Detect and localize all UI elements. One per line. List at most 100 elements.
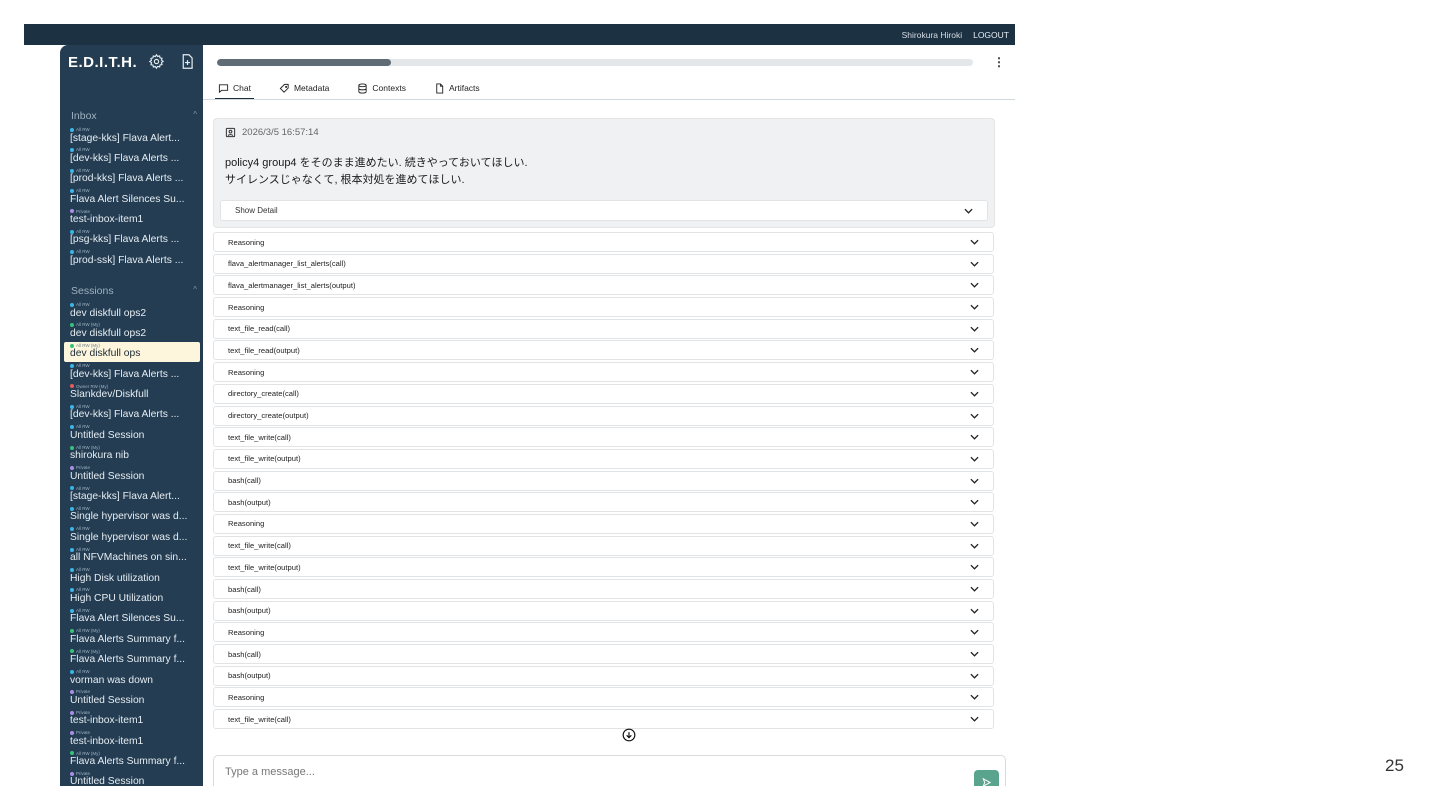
tab-chat[interactable]: Chat xyxy=(215,77,254,100)
chevron-up-icon[interactable]: ^ xyxy=(193,110,197,122)
tool-step-row[interactable]: text_file_write(output) xyxy=(213,448,994,469)
chevron-down-icon xyxy=(970,716,979,722)
session-item[interactable]: All RW Single hypervisor was d... xyxy=(64,525,200,545)
tool-step-row[interactable]: flava_alertmanager_list_alerts(output) xyxy=(213,275,994,296)
tool-step-label: text_file_read(call) xyxy=(228,324,291,334)
tool-step-row[interactable]: text_file_write(call) xyxy=(213,427,994,448)
status-dot-icon xyxy=(70,404,74,409)
tool-step-row[interactable]: Reasoning xyxy=(213,622,994,643)
tool-step-row[interactable]: bash(call) xyxy=(213,644,994,665)
session-item[interactable]: Private Untitled Session xyxy=(64,770,200,786)
item-title: dev diskfull ops2 xyxy=(70,307,147,319)
tool-step-row[interactable]: Reasoning xyxy=(213,297,994,318)
inbox-item[interactable]: All RW [dev-kks] Flava Alerts ... xyxy=(64,146,200,166)
tool-step-row[interactable]: text_file_write(call) xyxy=(213,535,994,556)
inbox-item[interactable]: All RW [stage-kks] Flava Alert... xyxy=(64,126,200,146)
send-button[interactable] xyxy=(974,770,999,786)
tool-step-row[interactable]: Reasoning xyxy=(213,362,994,383)
item-title: [dev-kks] Flava Alerts ... xyxy=(70,409,180,421)
session-item[interactable]: Owner RW (My) Slankdev/Diskfull xyxy=(64,383,200,403)
access-tag: Private xyxy=(70,710,90,715)
show-detail-button[interactable]: Show Detail xyxy=(220,200,988,221)
session-item[interactable]: All RW Untitled Session xyxy=(64,423,200,443)
access-tag-label: Private xyxy=(76,730,91,736)
session-item[interactable]: All RW (My) dev diskfull ops2 xyxy=(64,321,200,341)
tool-step-row[interactable]: bash(output) xyxy=(213,665,994,686)
item-title: vorman was down xyxy=(70,674,153,686)
inbox-item[interactable]: All RW Flava Alert Silences Su... xyxy=(64,187,200,207)
inbox-item[interactable]: Private test-inbox-item1 xyxy=(64,208,200,228)
gear-icon[interactable] xyxy=(148,53,165,70)
access-tag: All RW (My) xyxy=(70,445,100,450)
access-tag: All RW xyxy=(70,168,90,173)
tool-step-row[interactable]: text_file_write(call) xyxy=(213,709,994,730)
session-item[interactable]: All RW Flava Alert Silences Su... xyxy=(64,607,200,627)
scroll-down-icon[interactable] xyxy=(622,728,636,742)
more-options-icon[interactable]: ⋮ xyxy=(993,55,1005,69)
chevron-up-icon[interactable]: ^ xyxy=(193,285,197,297)
item-title: Untitled Session xyxy=(70,776,145,786)
session-item[interactable]: All RW (My) dev diskfull ops xyxy=(64,341,200,363)
new-file-icon[interactable] xyxy=(179,53,196,70)
access-tag: All RW xyxy=(70,249,90,254)
tool-step-row[interactable]: bash(output) xyxy=(213,492,994,513)
tool-step-row[interactable]: bash(output) xyxy=(213,600,994,621)
tool-step-row[interactable]: text_file_read(output) xyxy=(213,340,994,361)
chevron-down-icon xyxy=(970,261,979,267)
tool-step-row[interactable]: text_file_write(output) xyxy=(213,557,994,578)
tab-metadata[interactable]: Metadata xyxy=(276,77,332,99)
session-item[interactable]: All RW High Disk utilization xyxy=(64,566,200,586)
tool-step-label: bash(call) xyxy=(228,584,261,594)
top-bar: Shirokura Hiroki LOGOUT xyxy=(24,24,1015,45)
access-tag: All RW xyxy=(70,127,90,132)
item-title: dev diskfull ops xyxy=(70,348,141,360)
tool-step-label: flava_alertmanager_list_alerts(output) xyxy=(228,280,356,290)
session-item[interactable]: Private test-inbox-item1 xyxy=(64,729,200,749)
tool-step-row[interactable]: flava_alertmanager_list_alerts(call) xyxy=(213,253,994,274)
tab-contexts[interactable]: Contexts xyxy=(354,77,409,99)
status-dot-icon xyxy=(70,690,74,695)
session-item[interactable]: All RW Single hypervisor was d... xyxy=(64,505,200,525)
message-composer xyxy=(213,755,1006,786)
tool-step-row[interactable]: directory_create(output) xyxy=(213,405,994,426)
tool-step-row[interactable]: directory_create(call) xyxy=(213,383,994,404)
status-dot-icon xyxy=(70,649,74,654)
session-item[interactable]: All RW [stage-kks] Flava Alert... xyxy=(64,485,200,505)
session-item[interactable]: All RW (My) shirokura nib xyxy=(64,444,200,464)
session-item[interactable]: All RW (My) Flava Alerts Summary f... xyxy=(64,627,200,647)
status-dot-icon xyxy=(70,567,74,572)
inbox-section-header[interactable]: Inbox ^ xyxy=(71,110,197,122)
session-item[interactable]: All RW vorman was down xyxy=(64,668,200,688)
session-item[interactable]: All RW [dev-kks] Flava Alerts ... xyxy=(64,362,200,382)
session-item[interactable]: All RW High CPU Utilization xyxy=(64,586,200,606)
tab-artifacts[interactable]: Artifacts xyxy=(431,77,483,99)
session-item[interactable]: All RW (My) Flava Alerts Summary f... xyxy=(64,648,200,668)
tool-step-row[interactable]: Reasoning xyxy=(213,232,994,252)
logout-button[interactable]: LOGOUT xyxy=(973,30,1009,40)
inbox-item[interactable]: All RW [prod-kks] Flava Alerts ... xyxy=(64,167,200,187)
inbox-item[interactable]: All RW [prod-ssk] Flava Alerts ... xyxy=(64,248,200,268)
tool-step-label: bash(output) xyxy=(228,671,271,681)
item-title: Untitled Session xyxy=(70,470,145,482)
tool-step-row[interactable]: bash(call) xyxy=(213,470,994,491)
status-dot-icon xyxy=(70,629,74,634)
tool-step-row[interactable]: Reasoning xyxy=(213,513,994,534)
tool-step-row[interactable]: bash(call) xyxy=(213,579,994,599)
sessions-section-header[interactable]: Sessions ^ xyxy=(71,285,197,297)
tool-step-row[interactable]: text_file_read(call) xyxy=(213,318,994,339)
session-item[interactable]: Private Untitled Session xyxy=(64,464,200,484)
chevron-down-icon xyxy=(970,543,979,549)
inbox-item[interactable]: All RW [psg-kks] Flava Alerts ... xyxy=(64,228,200,248)
session-item[interactable]: All RW (My) Flava Alerts Summary f... xyxy=(64,750,200,770)
access-tag-label: All RW xyxy=(76,363,90,369)
session-item[interactable]: Private test-inbox-item1 xyxy=(64,709,200,729)
tool-step-row[interactable]: Reasoning xyxy=(213,687,994,708)
status-dot-icon xyxy=(70,188,74,193)
session-item[interactable]: All RW [dev-kks] Flava Alerts ... xyxy=(64,403,200,423)
session-item[interactable]: Private Untitled Session xyxy=(64,688,200,708)
access-tag: All RW xyxy=(70,567,90,572)
message-input[interactable] xyxy=(225,766,825,778)
session-item[interactable]: All RW dev diskfull ops2 xyxy=(64,301,200,321)
status-dot-icon xyxy=(70,669,74,674)
session-item[interactable]: All RW all NFVMachines on sin... xyxy=(64,546,200,566)
